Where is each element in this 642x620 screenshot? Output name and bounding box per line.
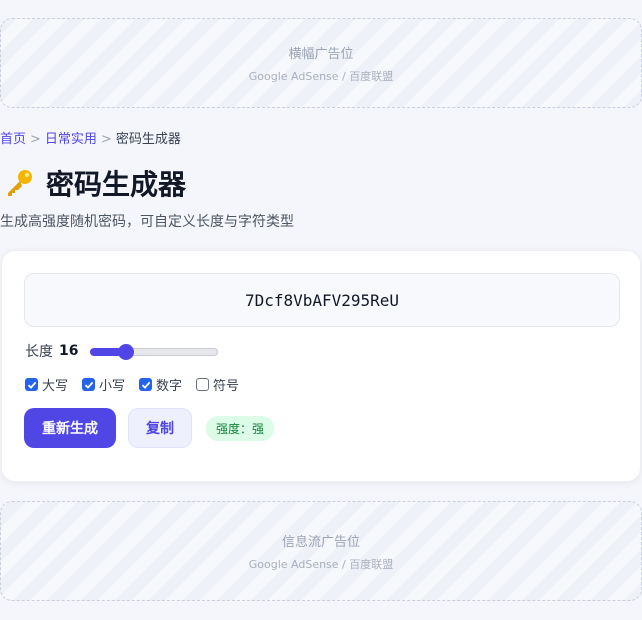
symbols-label: 符号 <box>213 379 240 394</box>
generator-card: 7Dcf8VbAFV295ReU 长度 16 大写 小写 数字 符号 重新生成 … <box>1 250 641 482</box>
option-digits[interactable]: 数字 <box>139 375 182 394</box>
uppercase-label: 大写 <box>42 379 69 394</box>
page-title: 密码生成器 <box>4 163 186 203</box>
option-uppercase[interactable]: 大写 <box>25 375 68 394</box>
digits-checkbox[interactable] <box>139 378 153 391</box>
symbols-checkbox[interactable] <box>196 378 210 391</box>
action-row: 重新生成 复制 强度：强 <box>24 408 275 448</box>
feed-ad: 信息流广告位 Google AdSense / 百度联盟 <box>0 501 642 601</box>
breadcrumb-separator: > <box>30 132 41 147</box>
digits-label: 数字 <box>156 379 183 394</box>
length-value: 16 <box>59 343 79 359</box>
banner-ad-subtitle: Google AdSense / 百度联盟 <box>248 69 394 83</box>
feed-ad-subtitle: Google AdSense / 百度联盟 <box>248 557 394 571</box>
password-output[interactable]: 7Dcf8VbAFV295ReU <box>24 273 620 327</box>
lowercase-checkbox[interactable] <box>82 378 96 391</box>
lowercase-label: 小写 <box>99 379 126 394</box>
breadcrumb-home-link[interactable]: 首页 <box>0 132 26 147</box>
regenerate-button[interactable]: 重新生成 <box>24 408 116 448</box>
banner-ad: 横幅广告位 Google AdSense / 百度联盟 <box>0 18 642 108</box>
breadcrumb-separator: > <box>100 132 112 147</box>
page-subtitle: 生成高强度随机密码，可自定义长度与字符类型 <box>0 214 294 230</box>
option-lowercase[interactable]: 小写 <box>82 375 125 394</box>
length-slider-thumb[interactable] <box>118 344 135 360</box>
uppercase-checkbox[interactable] <box>25 378 38 391</box>
page-title-text: 密码生成器 <box>46 168 187 201</box>
breadcrumb: 首页 > 日常实用 > 密码生成器 <box>0 128 181 147</box>
banner-ad-title: 横幅广告位 <box>288 46 354 62</box>
length-control: 长度 16 <box>25 341 219 361</box>
breadcrumb-current: 密码生成器 <box>115 132 181 147</box>
option-symbols[interactable]: 符号 <box>196 375 239 394</box>
strength-badge: 强度：强 <box>206 415 275 441</box>
copy-button[interactable]: 复制 <box>128 408 192 448</box>
breadcrumb-category-link[interactable]: 日常实用 <box>45 132 97 147</box>
character-options: 大写 小写 数字 符号 <box>25 375 253 394</box>
length-label: 长度 <box>25 344 53 360</box>
key-icon <box>4 168 34 198</box>
length-slider[interactable] <box>90 344 219 360</box>
feed-ad-title: 信息流广告位 <box>281 534 360 550</box>
